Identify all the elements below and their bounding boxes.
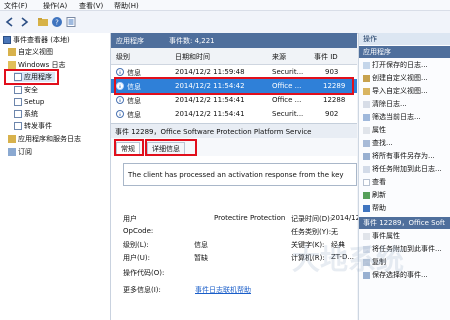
event-viewer-icon <box>3 36 11 44</box>
open-log-icon <box>363 61 370 69</box>
properties-icon <box>363 126 370 134</box>
log-icon <box>14 110 22 118</box>
column-id[interactable]: 事件 ID <box>314 52 338 62</box>
toolbar: ? <box>0 11 450 34</box>
menu-bar: 文件(F) 操作(A) 查看(V) 帮助(H) <box>0 0 450 11</box>
tree-root[interactable]: 事件查看器 (本地) <box>3 35 70 45</box>
watermark: 大地系统 <box>292 243 405 276</box>
view-icon <box>363 178 370 186</box>
action-properties[interactable]: 属性 <box>363 125 449 136</box>
tree-item-system[interactable]: 系统 <box>14 109 38 119</box>
task-icon <box>363 165 370 173</box>
tree-item-forwarded[interactable]: 转发事件 <box>14 121 52 131</box>
log-icon <box>14 122 22 130</box>
tree-item-security[interactable]: 安全 <box>14 85 38 95</box>
column-date[interactable]: 日期和时间 <box>175 52 210 62</box>
help-icon[interactable]: ? <box>50 15 62 27</box>
log-title: 应用程序 <box>116 37 144 45</box>
menu-help[interactable]: 帮助(H) <box>114 1 139 11</box>
svg-text:?: ? <box>55 19 59 27</box>
import-icon <box>363 87 370 95</box>
info-icon <box>116 68 124 76</box>
log-icon <box>14 98 22 106</box>
log-icon <box>14 86 22 94</box>
forward-icon[interactable] <box>17 15 29 27</box>
action-import-custom-view[interactable]: 导入自定义视图... <box>363 86 449 97</box>
actions-section-application: 应用程序 <box>359 46 450 58</box>
save-icon <box>363 152 370 160</box>
action-attach-task-log[interactable]: 将任务附加到此日志... <box>363 164 449 175</box>
event-columns: 级别 日期和时间 来源 事件 ID <box>111 48 357 65</box>
menu-view[interactable]: 查看(V) <box>79 1 103 11</box>
event-description: The client has processed an activation r… <box>123 163 357 186</box>
highlight-box <box>4 69 59 85</box>
action-help[interactable]: 帮助 <box>363 203 449 214</box>
folder-up-icon[interactable] <box>36 15 48 27</box>
tree-item-setup[interactable]: Setup <box>14 97 44 107</box>
clear-icon <box>363 100 370 108</box>
info-icon <box>116 110 124 118</box>
subscription-icon <box>8 148 16 156</box>
refresh-icon <box>363 191 370 199</box>
folder-icon <box>8 48 16 56</box>
tree-custom-views[interactable]: 自定义视图 <box>8 47 53 57</box>
filter-icon <box>363 113 370 121</box>
help-icon <box>363 204 370 212</box>
find-icon <box>363 139 370 147</box>
column-level[interactable]: 级别 <box>116 52 130 62</box>
tree-subscriptions[interactable]: 订阅 <box>8 147 32 157</box>
menu-action[interactable]: 操作(A) <box>43 1 67 11</box>
properties-icon[interactable] <box>64 15 76 27</box>
folder-open-icon <box>8 61 16 69</box>
table-row[interactable]: 信息 2014/12/2 11:54:41 Office ... 12288 <box>111 93 357 107</box>
highlight-box <box>114 139 144 156</box>
action-find[interactable]: 查找... <box>363 138 449 149</box>
action-clear-log[interactable]: 清除日志... <box>363 99 449 110</box>
table-row[interactable]: 信息 2014/12/2 11:54:41 Securit... 902 <box>111 107 357 121</box>
action-filter-log[interactable]: 筛选当前日志... <box>363 112 449 123</box>
filter-icon <box>363 74 370 82</box>
menu-file[interactable]: 文件(F) <box>4 1 28 11</box>
actions-title: 操作 <box>359 33 450 45</box>
column-source[interactable]: 来源 <box>272 52 286 62</box>
action-view[interactable]: 查看 <box>363 177 449 188</box>
info-icon <box>116 96 124 104</box>
action-refresh[interactable]: 刷新 <box>363 190 449 201</box>
tree-apps-services[interactable]: 应用程序和服务日志 <box>8 134 81 144</box>
actions-section-event: 事件 12289，Office Soft <box>359 217 450 229</box>
online-help-link[interactable]: 事件日志联机帮助 <box>195 285 251 295</box>
detail-tabs: 常规 详细信息 <box>111 138 357 156</box>
event-detail-header: 事件 12289，Office Software Protection Plat… <box>111 123 357 139</box>
navigation-tree: 事件查看器 (本地) 自定义视图 Windows 日志 应用程序 安全 Setu… <box>0 33 111 320</box>
action-open-saved-log[interactable]: 打开保存的日志... <box>363 60 449 71</box>
event-count: 事件数: 4,221 <box>169 37 215 45</box>
action-save-all-events[interactable]: 将所有事件另存为... <box>363 151 449 162</box>
event-list-header: 应用程序 事件数: 4,221 <box>111 33 357 48</box>
highlight-box <box>145 139 197 156</box>
back-icon[interactable] <box>3 15 15 27</box>
action-create-custom-view[interactable]: 创建自定义视图... <box>363 73 449 84</box>
folder-icon <box>8 135 16 143</box>
